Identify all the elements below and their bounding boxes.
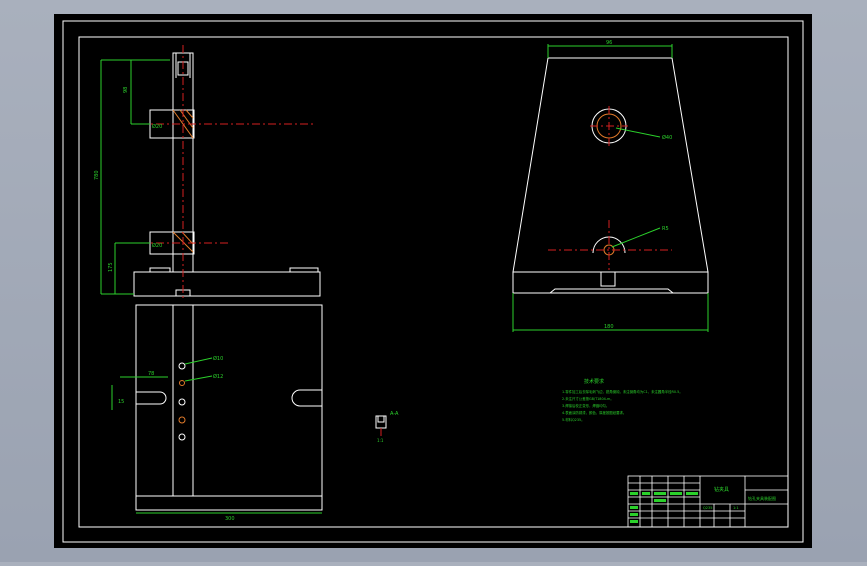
note-line-1: 1.零件加工后去除毛刺飞边，锐角倒钝，未注倒角均为C1，未注圆角半径R0.5。: [562, 389, 683, 394]
callout-lower-text: R5: [662, 226, 669, 232]
detail-label-text: 1:1: [377, 438, 384, 443]
title-center-label: 钻夹具: [714, 486, 729, 493]
dim-bottom-width-text: 180: [604, 324, 614, 330]
callout-2-text: Ø12: [213, 373, 223, 380]
callout-1-text: Ø10: [213, 355, 223, 362]
scale-text: 1:1: [733, 506, 739, 510]
note-line-4: 4.表面涂防锈漆，颜色、厚度按图纸要求。: [562, 410, 626, 415]
cad-viewport: 98 780 175 Ø20 Ø20 78 15 300 Ø10 Ø12 A-A…: [0, 0, 867, 562]
note-line-5: 5.材料Q235。: [562, 417, 585, 422]
dim-slot-depth-text: 15: [118, 399, 124, 405]
dim-hole-bottom-text: Ø20: [152, 242, 162, 249]
notes-heading: 技术要求: [584, 378, 604, 385]
note-line-2: 2.未注尺寸公差按GB/T1804-m。: [562, 396, 614, 401]
drawing-canvas[interactable]: 98 780 175 Ø20 Ø20 78 15 300 Ø10 Ø12 A-A…: [0, 0, 867, 562]
material-text: Q235: [703, 506, 712, 510]
model-space: [54, 14, 812, 548]
dim-slot-text: 78: [148, 371, 154, 377]
dim-top-width-text: 96: [606, 40, 612, 46]
callout-upper-text: Ø40: [662, 134, 672, 141]
note-line-3: 3.焊接后校正变形，焊缝均匀。: [562, 403, 609, 408]
dim-total-text: 780: [94, 170, 100, 180]
drawing-title: 钻孔夹具装配图: [748, 495, 776, 501]
dim-width-text: 300: [225, 516, 235, 522]
detail-note-text: A-A: [390, 411, 399, 417]
dim-top-text: 98: [123, 87, 129, 93]
dim-bottom-text: 175: [108, 262, 114, 272]
dim-hole-top-text: Ø20: [152, 123, 162, 130]
